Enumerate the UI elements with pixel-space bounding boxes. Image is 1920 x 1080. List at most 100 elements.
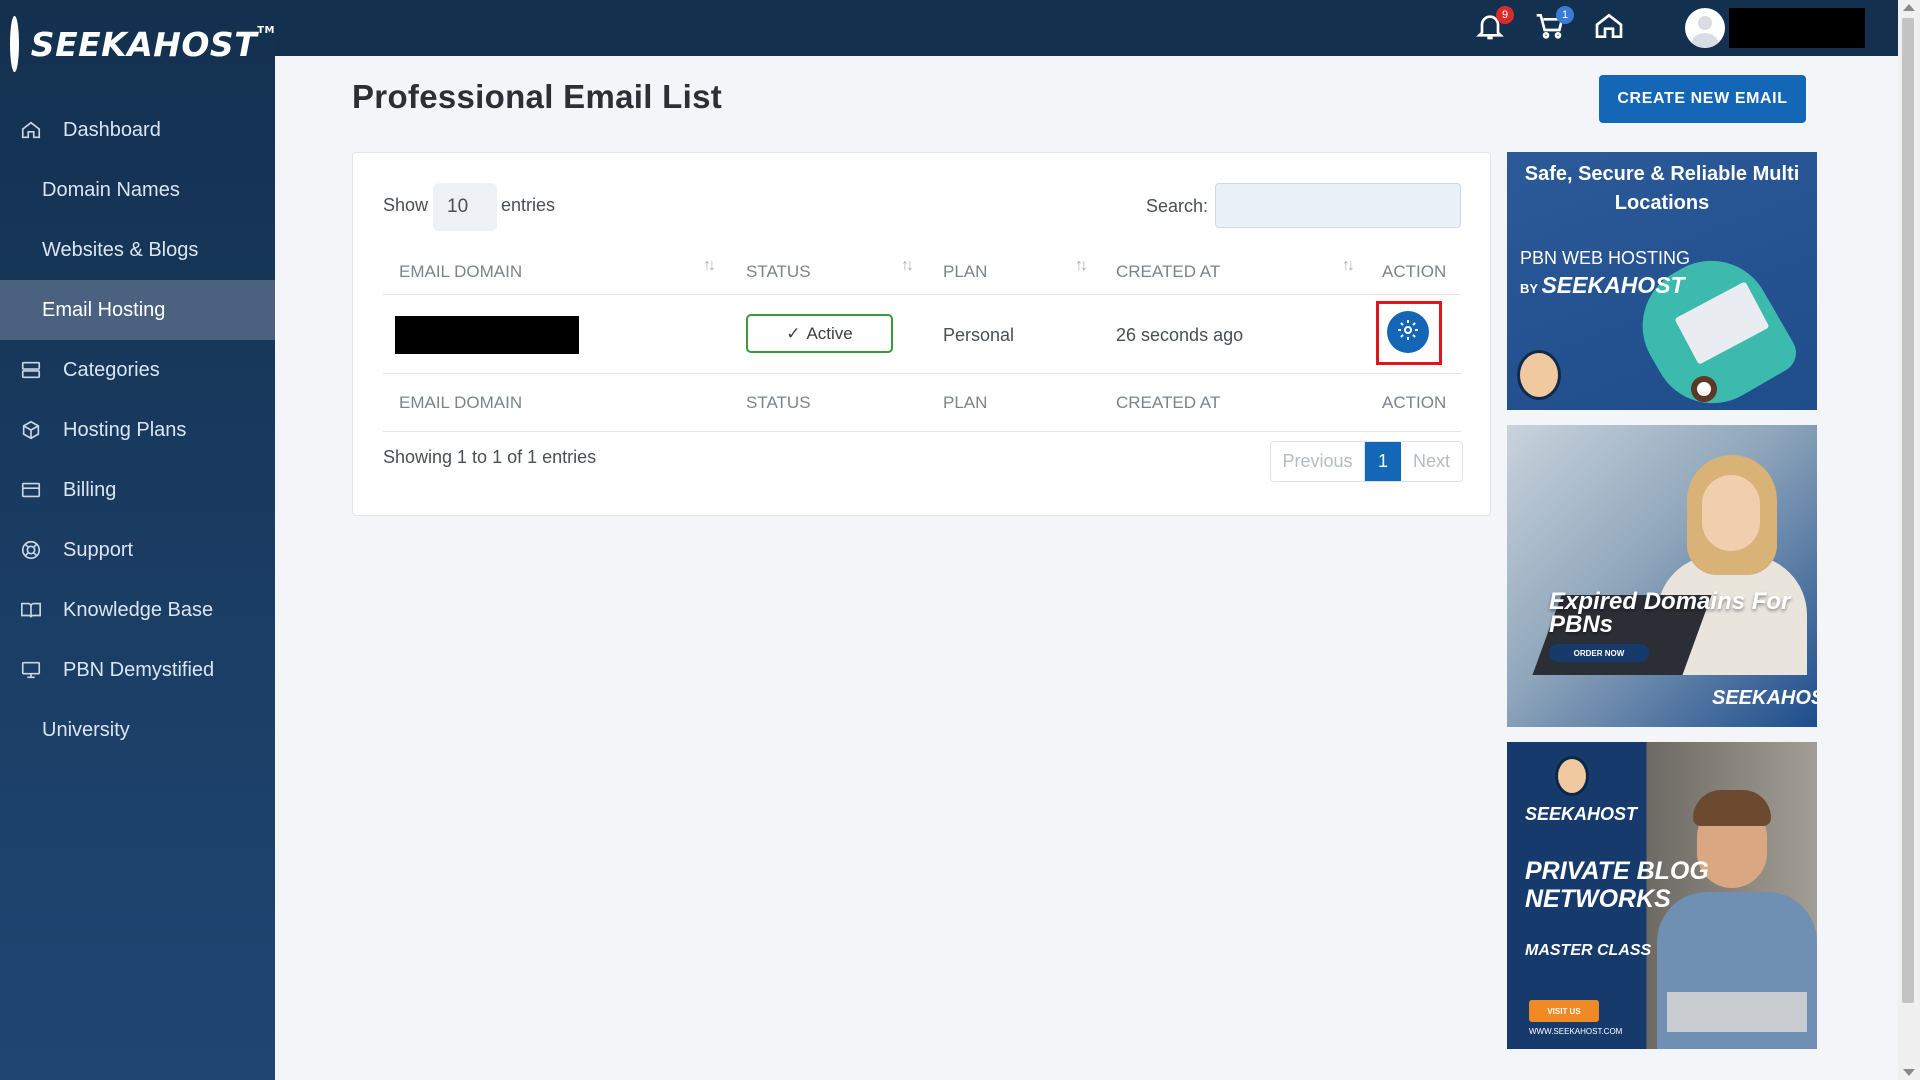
sidebar-item-label: Hosting Plans xyxy=(63,418,187,441)
sidebar-item-domain-names[interactable]: Domain Names xyxy=(0,160,275,220)
sidebar-item-label: University xyxy=(42,718,130,741)
scroll-thumb[interactable] xyxy=(1902,18,1914,1003)
sort-icon[interactable]: ↑↓ xyxy=(901,257,914,275)
sidebar-item-label: PBN Demystified xyxy=(63,658,215,681)
ad-expired-domains[interactable]: Expired Domains For PBNs ORDER NOW SEEKA… xyxy=(1507,425,1817,727)
home-button[interactable] xyxy=(1593,10,1629,46)
sidebar-nav: Dashboard Domain Names Websites & Blogs … xyxy=(0,100,275,760)
mascot-icon xyxy=(1517,350,1561,400)
ad-cta-button: VISIT US xyxy=(1529,1000,1599,1022)
brand-logo[interactable]: SEEKAHOSTTM xyxy=(0,0,275,88)
ad-brand: SEEKAHOST xyxy=(1525,804,1638,824)
footer-plan: PLAN xyxy=(943,393,988,412)
top-bar: 9 1 xyxy=(275,0,1900,56)
page-size-select[interactable]: 10 xyxy=(433,183,497,231)
sidebar-item-label: Billing xyxy=(63,478,117,501)
page-scrollbar[interactable] xyxy=(1898,0,1920,1080)
sidebar-item-label: Knowledge Base xyxy=(63,598,214,621)
sidebar-item-pbn-demystified[interactable]: PBN Demystified xyxy=(0,640,275,700)
ad-pbn-masterclass[interactable]: SEEKAHOST PRIVATE BLOG NETWORKS MASTER C… xyxy=(1507,742,1817,1049)
show-label: Show xyxy=(383,195,429,215)
created-at-cell: 26 seconds ago xyxy=(1116,325,1244,345)
sidebar-item-categories[interactable]: Categories xyxy=(0,340,275,400)
notifications-button[interactable]: 9 xyxy=(1474,6,1514,46)
settings-button[interactable] xyxy=(1387,311,1429,353)
home-icon xyxy=(1593,13,1625,46)
email-domain-redacted xyxy=(395,316,579,354)
cart-badge: 1 xyxy=(1556,6,1574,24)
avatar[interactable] xyxy=(1685,8,1725,48)
sidebar-item-websites-blogs[interactable]: Websites & Blogs xyxy=(0,220,275,280)
column-header-email-domain[interactable]: EMAIL DOMAIN xyxy=(399,262,522,282)
ad-pbn-web-hosting[interactable]: Safe, Secure & Reliable Multi Locations … xyxy=(1507,152,1817,410)
hair-shape xyxy=(1693,790,1771,826)
status-badge: ✓ Active xyxy=(746,314,893,353)
lifebuoy-icon xyxy=(20,539,42,561)
mascot-icon xyxy=(1555,756,1589,796)
credit-card-icon xyxy=(20,479,42,501)
cart-button[interactable]: 1 xyxy=(1534,6,1574,46)
sort-icon[interactable]: ↑↓ xyxy=(1342,257,1355,275)
user-name-redacted[interactable] xyxy=(1729,8,1865,48)
column-header-action: ACTION xyxy=(1382,262,1447,281)
sidebar-item-knowledge-base[interactable]: Knowledge Base xyxy=(0,580,275,640)
gear-icon xyxy=(1396,318,1420,347)
column-header-status[interactable]: STATUS xyxy=(746,262,811,282)
entries-label: entries xyxy=(501,195,556,215)
previous-page-button[interactable]: Previous xyxy=(1271,442,1365,481)
notifications-badge: 9 xyxy=(1496,6,1514,24)
sidebar-item-support[interactable]: Support xyxy=(0,520,275,580)
sidebar-item-university[interactable]: University xyxy=(0,700,275,760)
pagination: Previous 1 Next xyxy=(1270,441,1463,482)
sort-icon[interactable]: ↑↓ xyxy=(1075,257,1088,275)
showing-info: Showing 1 to 1 of 1 entries xyxy=(383,447,597,467)
ad-line: PBN WEB HOSTING xyxy=(1520,248,1691,268)
divider xyxy=(383,294,1461,295)
ad-subheadline: MASTER CLASS xyxy=(1525,942,1652,959)
column-header-plan[interactable]: PLAN xyxy=(943,262,987,282)
server-icon xyxy=(20,359,42,381)
box-icon xyxy=(20,419,42,441)
sort-icon[interactable]: ↑↓ xyxy=(703,257,716,275)
coffee-cup-icon xyxy=(1691,376,1717,402)
create-new-email-button[interactable]: CREATE NEW EMAIL xyxy=(1599,75,1806,123)
face-shape xyxy=(1702,475,1760,551)
email-list-card: Show 10 entries Search: EMAIL DOMAIN ↑↓ … xyxy=(352,152,1491,516)
sidebar-item-label: Websites & Blogs xyxy=(42,238,199,261)
ad-url: WWW.SEEKAHOST.COM xyxy=(1529,1027,1623,1036)
sidebar-item-dashboard[interactable]: Dashboard xyxy=(0,100,275,160)
sidebar: SEEKAHOSTTM Dashboard Domain Names Websi… xyxy=(0,0,275,1080)
next-page-button[interactable]: Next xyxy=(1401,442,1462,481)
footer-status: STATUS xyxy=(746,393,811,412)
sidebar-item-hosting-plans[interactable]: Hosting Plans xyxy=(0,400,275,460)
footer-created-at: CREATED AT xyxy=(1116,393,1221,412)
page-title: Professional Email List xyxy=(352,78,723,115)
sidebar-item-label: Support xyxy=(63,538,134,561)
brand-name: SEEKAHOSTTM xyxy=(30,24,275,64)
mascot-logo-icon xyxy=(10,16,19,72)
search-label: Search: xyxy=(1146,196,1209,216)
scroll-down-arrow-icon[interactable] xyxy=(1903,1069,1915,1076)
sidebar-item-email-hosting[interactable]: Email Hosting xyxy=(0,280,275,340)
monitor-icon xyxy=(20,659,42,681)
ad-headline: Safe, Secure & Reliable Multi Locations xyxy=(1524,163,1800,214)
ad-cta-button: ORDER NOW xyxy=(1549,644,1649,662)
footer-action: ACTION xyxy=(1382,393,1447,412)
ad-brand: BY SEEKAHOST xyxy=(1520,272,1685,298)
column-header-created-at[interactable]: CREATED AT xyxy=(1116,262,1220,282)
page-1-button[interactable]: 1 xyxy=(1365,442,1401,481)
book-icon xyxy=(20,599,42,621)
footer-email-domain: EMAIL DOMAIN xyxy=(399,393,523,412)
laptop-illustration xyxy=(1667,992,1807,1032)
search-input[interactable] xyxy=(1215,183,1461,228)
ad-headline: Expired Domains For PBNs xyxy=(1549,588,1791,638)
sidebar-item-billing[interactable]: Billing xyxy=(0,460,275,520)
sidebar-item-label: Email Hosting xyxy=(42,298,166,321)
sidebar-item-label: Dashboard xyxy=(63,118,161,141)
scroll-up-arrow-icon[interactable] xyxy=(1903,4,1915,11)
plan-cell: Personal xyxy=(943,325,1015,345)
home-icon xyxy=(20,119,42,141)
cart-icon xyxy=(1534,14,1566,46)
sidebar-item-label: Domain Names xyxy=(42,178,180,201)
divider xyxy=(383,431,1461,432)
